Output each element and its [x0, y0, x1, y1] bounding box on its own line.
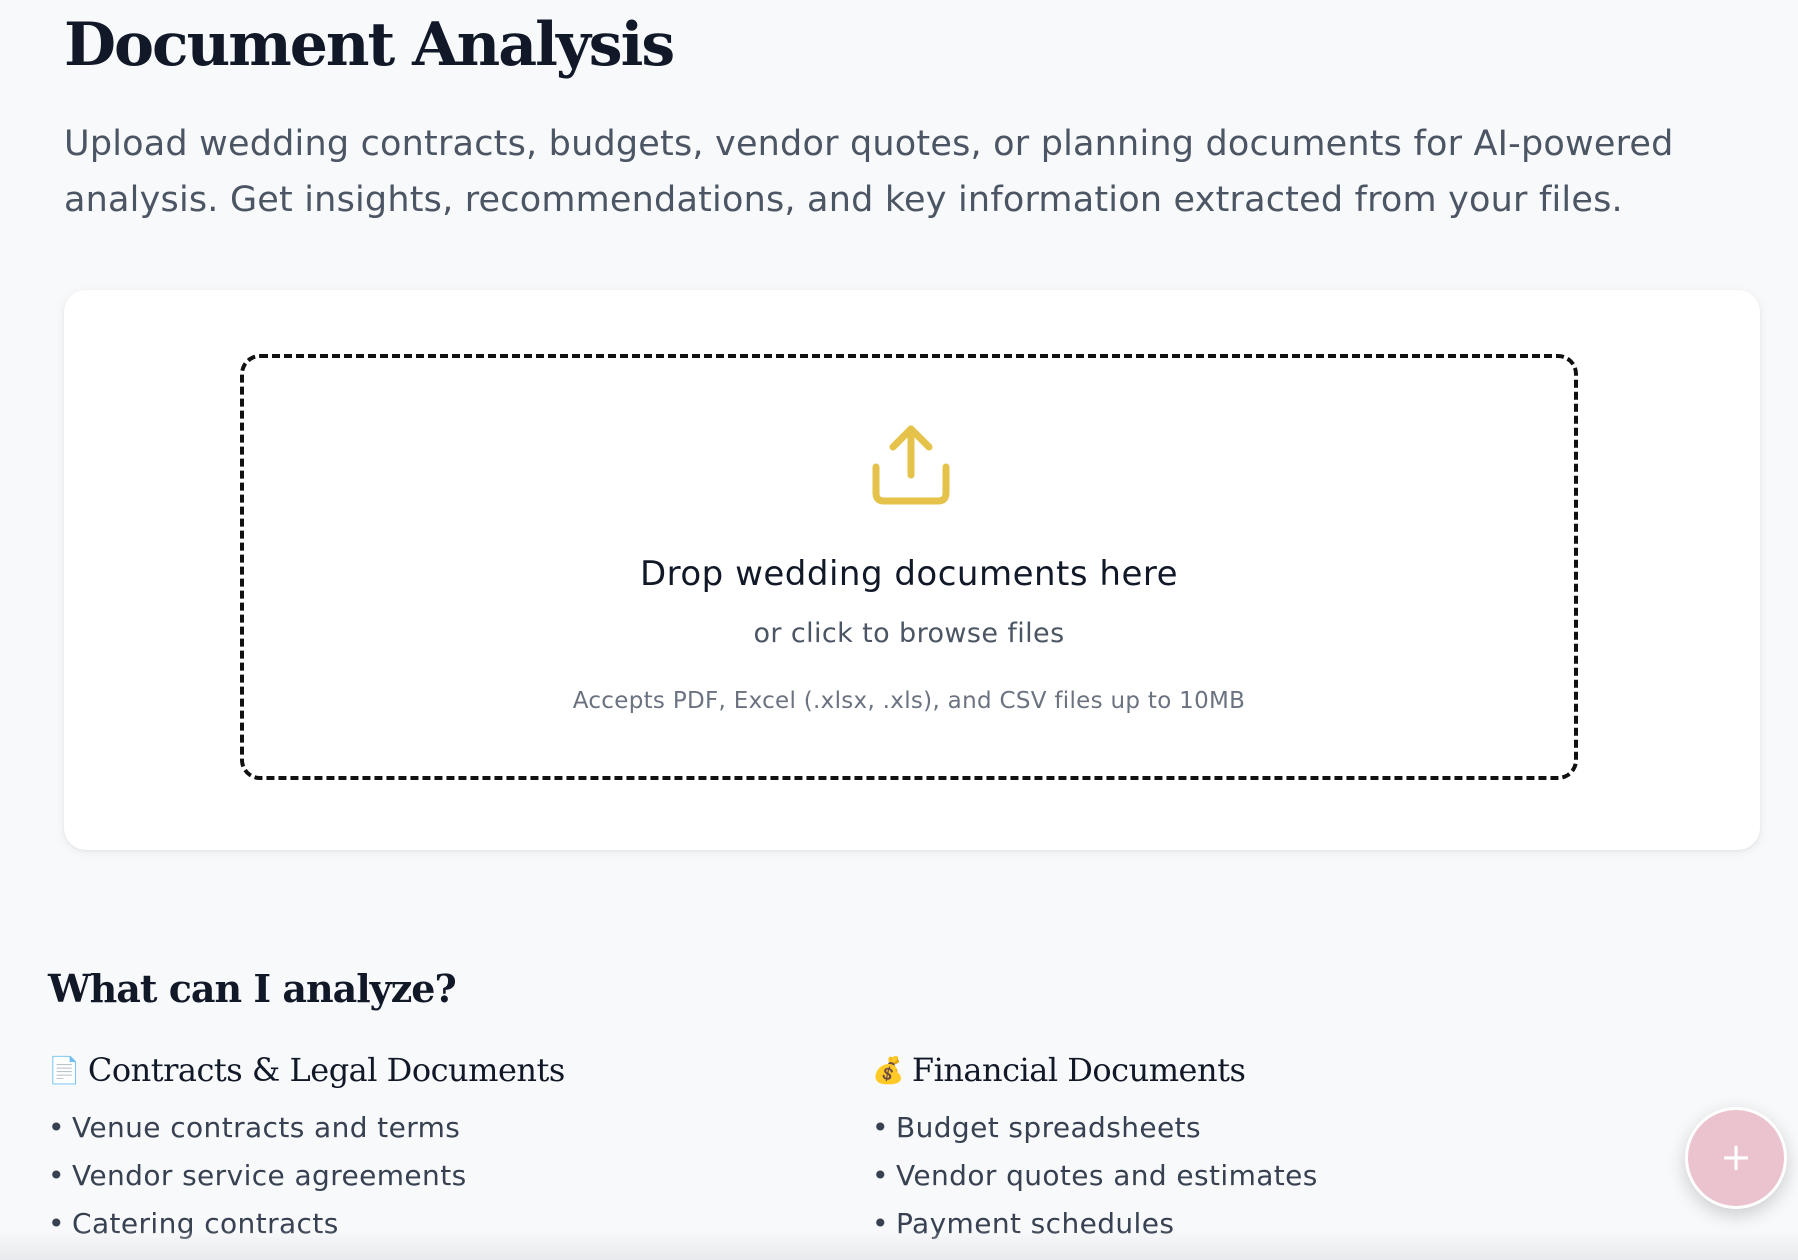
list-item: • Venue contracts and terms	[48, 1111, 461, 1144]
bottom-fade	[0, 1230, 1798, 1260]
list-item: • Budget spreadsheets	[872, 1111, 1201, 1144]
plus-icon: +	[1720, 1135, 1752, 1179]
category-contracts: 📄 Contracts & Legal Documents • Venue cont…	[48, 1050, 808, 1248]
add-button[interactable]: +	[1685, 1107, 1787, 1209]
category-financial: 💰 Financial Documents • Budget spreadsheet…	[872, 1050, 1632, 1248]
list-item: • Vendor service agreements	[48, 1159, 467, 1192]
category-list: • Venue contracts and terms • Vendor servi…	[48, 1104, 808, 1248]
category-title: Contracts & Legal Documents	[87, 1051, 565, 1089]
upload-icon	[872, 425, 950, 505]
category-heading: 📄 Contracts & Legal Documents	[48, 1050, 808, 1090]
page-title: Document Analysis	[64, 10, 675, 80]
browse-files-link[interactable]: or click to browse files	[244, 618, 1574, 649]
dropzone-title: Drop wedding documents here	[639, 554, 1179, 594]
document-icon: 📄	[48, 1056, 80, 1086]
page-description: Upload wedding contracts, budgets, vendo…	[64, 124, 1674, 220]
section-title: What can I analyze?	[48, 966, 457, 1011]
upload-card: Drop wedding documents here or click to …	[64, 290, 1760, 850]
money-bag-icon: 💰	[872, 1056, 904, 1086]
category-list: • Budget spreadsheets • Vendor quotes and …	[872, 1104, 1632, 1248]
category-title: Financial Documents	[911, 1051, 1246, 1089]
accepted-file-types: Accepts PDF, Excel (.xlsx, .xls), and CS…	[572, 688, 1246, 714]
list-item: • Vendor quotes and estimates	[872, 1159, 1318, 1192]
category-heading: 💰 Financial Documents	[872, 1050, 1632, 1090]
file-dropzone[interactable]: Drop wedding documents here or click to …	[240, 354, 1578, 780]
